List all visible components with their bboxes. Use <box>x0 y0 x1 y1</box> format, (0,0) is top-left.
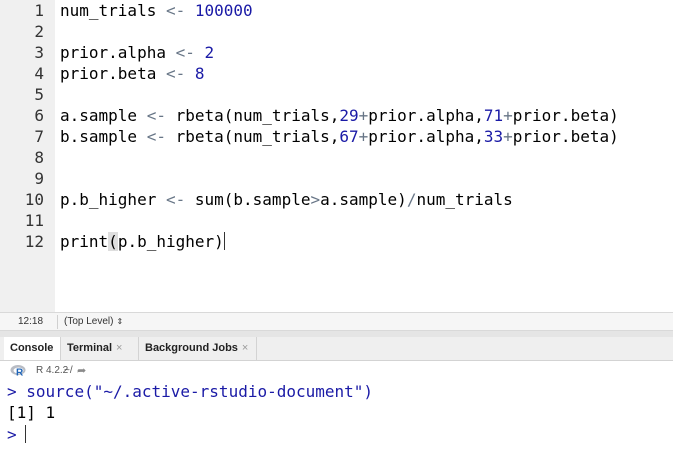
editor-status-bar: 12:18 (Top Level) ⇕ <box>0 312 673 331</box>
code-line-1[interactable]: num_trials <- 100000 <box>60 0 253 21</box>
console-prompt: > <box>7 382 17 401</box>
code-token: p.b_higher <box>117 232 215 251</box>
go-to-directory-icon[interactable]: ➦ <box>77 364 86 377</box>
plus-operator: + <box>358 127 369 146</box>
svg-text:R: R <box>16 368 24 378</box>
number-literal: 71 <box>483 106 504 125</box>
code-token: prior.beta) <box>512 106 619 125</box>
line-number: 12 <box>24 232 44 251</box>
code-line-4[interactable]: prior.beta <- 8 <box>60 63 205 84</box>
status-divider <box>57 315 58 329</box>
assign-operator: <- <box>165 1 186 20</box>
code-line-12[interactable]: print(p.b_higher) <box>60 231 225 252</box>
console-prompt: > <box>7 425 17 444</box>
assign-operator: <- <box>146 127 166 146</box>
line-number: 8 <box>34 148 44 167</box>
number-literal: 67 <box>339 127 359 146</box>
plus-operator: + <box>503 127 513 146</box>
line-number: 9 <box>34 169 44 188</box>
close-icon[interactable]: × <box>116 342 122 354</box>
line-number: 10 <box>24 190 44 209</box>
plus-operator: + <box>503 106 513 125</box>
code-token: sum(b.sample <box>185 190 311 209</box>
number-literal: 33 <box>483 127 504 146</box>
tab-background-jobs[interactable]: Background Jobs × <box>139 337 257 360</box>
line-number: 3 <box>34 43 44 62</box>
console-line: [1] 1 <box>7 402 55 423</box>
line-number: 1 <box>34 1 44 20</box>
code-token: rbeta(num_trials, <box>165 127 340 146</box>
scope-chevron-icon: ⇕ <box>116 317 124 326</box>
tab-console[interactable]: Console <box>4 337 61 360</box>
code-token: print <box>60 232 109 251</box>
console-output[interactable]: > source("~/.active-rstudio-document") [… <box>0 381 673 462</box>
divide-operator: / <box>406 190 417 209</box>
code-token: prior.alpha, <box>368 127 484 146</box>
text-cursor <box>223 232 225 250</box>
console-result: [1] 1 <box>7 403 56 422</box>
matched-paren: ) <box>214 232 224 251</box>
cursor-position: 12:18 <box>18 316 44 327</box>
tab-label: Background Jobs <box>145 342 238 354</box>
line-number: 11 <box>24 211 44 230</box>
line-number: 2 <box>34 22 44 41</box>
code-token: prior.alpha <box>60 43 176 62</box>
line-number: 7 <box>34 127 44 146</box>
code-token: a.sample) <box>320 190 407 209</box>
close-icon[interactable]: × <box>242 342 248 354</box>
console-command: source("~/.active-rstudio-document") <box>16 382 374 401</box>
code-token: prior.beta) <box>512 127 619 146</box>
line-number-gutter: 1 2 3 4 5 6 7 8 9 10 11 12 <box>0 0 55 312</box>
greater-than-operator: > <box>310 190 321 209</box>
assign-operator: <- <box>165 190 186 209</box>
code-line-3[interactable]: prior.alpha <- 2 <box>60 42 214 63</box>
line-number: 5 <box>34 85 44 104</box>
console-input-line[interactable]: > <box>7 424 26 445</box>
assign-operator: <- <box>146 106 166 125</box>
tab-label: Terminal <box>67 342 113 354</box>
code-token: p.b_higher <box>60 190 166 209</box>
line-number: 4 <box>34 64 44 83</box>
text-cursor <box>24 425 26 443</box>
assign-operator: <- <box>175 43 195 62</box>
number-literal: 2 <box>204 43 215 62</box>
code-token: a.sample <box>60 106 147 125</box>
number-literal: 8 <box>194 64 205 83</box>
plus-operator: + <box>358 106 369 125</box>
source-editor[interactable]: 1 2 3 4 5 6 7 8 9 10 11 12 num_trials <-… <box>0 0 673 312</box>
number-literal: 100000 <box>194 1 253 20</box>
code-token: num_trials <box>416 190 513 209</box>
number-literal: 29 <box>339 106 359 125</box>
assign-operator: <- <box>165 64 186 83</box>
console-line: > source("~/.active-rstudio-document") <box>7 381 373 402</box>
line-number: 6 <box>34 106 44 125</box>
scope-selector[interactable]: (Top Level) ⇕ <box>64 316 123 327</box>
code-line-6[interactable]: a.sample <- rbeta(num_trials,29+prior.al… <box>60 105 619 126</box>
code-line-7[interactable]: b.sample <- rbeta(num_trials,67+prior.al… <box>60 126 619 147</box>
code-token: prior.alpha, <box>368 106 484 125</box>
matched-paren: ( <box>108 232 118 251</box>
tab-label: Console <box>10 342 54 354</box>
console-tabbar: Console Terminal × Background Jobs × <box>0 337 673 361</box>
r-logo-icon: R <box>10 365 26 378</box>
console-header: R R 4.2.2 ~/ ➦ <box>0 361 673 381</box>
code-token: prior.beta <box>60 64 166 83</box>
working-directory: ~/ <box>64 365 73 376</box>
code-token: rbeta(num_trials, <box>165 106 340 125</box>
tab-terminal[interactable]: Terminal × <box>61 337 139 360</box>
code-token: b.sample <box>60 127 147 146</box>
scope-label: (Top Level) <box>64 316 114 327</box>
code-line-10[interactable]: p.b_higher <- sum(b.sample>a.sample)/num… <box>60 189 513 210</box>
code-token: num_trials <box>60 1 166 20</box>
